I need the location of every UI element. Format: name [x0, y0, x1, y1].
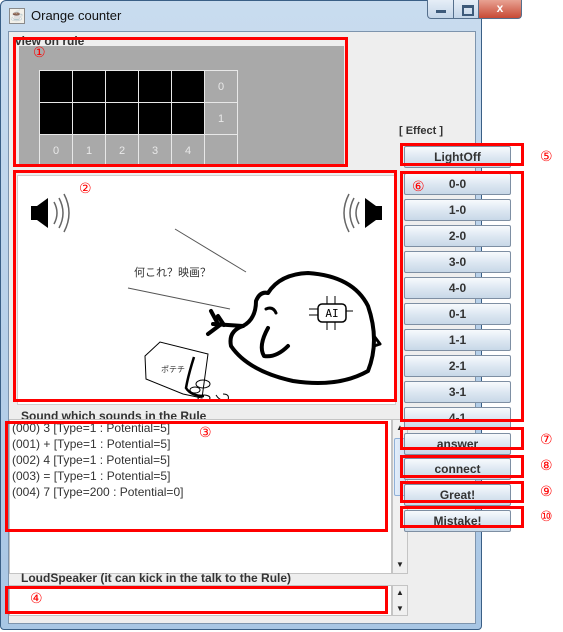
speaker-right-icon	[343, 193, 382, 233]
cell-button-1-0[interactable]: 1-0	[404, 199, 511, 221]
close-button[interactable]: x	[478, 0, 522, 19]
light-cell-3-1	[138, 102, 172, 135]
scroll-down-button[interactable]: ▼	[393, 601, 407, 616]
col-label-2: 2	[105, 134, 139, 167]
row-label-1: 1	[204, 102, 238, 135]
col-label-3: 3	[138, 134, 172, 167]
cell-button-1-1[interactable]: 1-1	[404, 329, 511, 351]
loudspeaker-label: LoudSpeaker (it can kick in the talk to …	[21, 571, 292, 585]
light-cell-0-0	[39, 70, 73, 103]
annotation-number-8: ⑧	[540, 458, 553, 474]
annotation-number-4: ④	[30, 591, 43, 607]
chips-bag-drawing: ポテチ	[144, 341, 229, 402]
row-label-0: 0	[204, 70, 238, 103]
col-label-0: 0	[39, 134, 73, 167]
mistake-button[interactable]: Mistake!	[404, 510, 511, 532]
light-cell-4-1	[171, 102, 205, 135]
col-label-1: 1	[72, 134, 106, 167]
list-item[interactable]: (003) = [Type=1 : Potential=5]	[10, 468, 391, 484]
light-cell-1-1	[72, 102, 106, 135]
chip-icon: AI	[309, 296, 353, 330]
cell-button-3-1[interactable]: 3-1	[404, 381, 511, 403]
grid-row-1: 1	[39, 102, 238, 135]
loudspeaker-input[interactable]	[9, 585, 392, 616]
title-bar[interactable]: ☕ Orange counter	[1, 1, 481, 31]
rule-view-panel: 0 1 0 1 2 3 4	[19, 46, 344, 167]
light-cell-0-1	[39, 102, 73, 135]
illustration-canvas: 何これ？映画？ AI ポテチ	[17, 175, 396, 405]
light-cell-1-0	[72, 70, 106, 103]
connect-button[interactable]: connect	[404, 458, 511, 480]
illustration-svg: 何これ？映画？ AI ポテチ	[31, 193, 382, 402]
cell-button-0-1[interactable]: 0-1	[404, 303, 511, 325]
annotation-number-2: ②	[79, 181, 92, 197]
annotation-number-10: ⑩	[540, 509, 553, 525]
annotation-number-6: ⑥	[412, 179, 425, 195]
cell-button-4-1[interactable]: 4-1	[404, 407, 511, 429]
light-cell-3-0	[138, 70, 172, 103]
chip-text: AI	[325, 307, 338, 320]
annotation-number-9: ⑨	[540, 484, 553, 500]
scroll-up-button[interactable]: ▲	[393, 585, 407, 600]
grid-col-labels: 0 1 2 3 4	[39, 134, 238, 167]
app-window: ☕ Orange counter view on rule 0 1 0 1 2 …	[0, 0, 511, 630]
cell-button-4-0[interactable]: 4-0	[404, 277, 511, 299]
light-cell-2-1	[105, 102, 139, 135]
sound-list[interactable]: (000) 3 [Type=1 : Potential=5] (001) + […	[9, 419, 392, 574]
grid-corner	[204, 134, 238, 167]
grid-row-0: 0	[39, 70, 238, 103]
light-cell-2-0	[105, 70, 139, 103]
annotation-number-1: ①	[33, 45, 46, 61]
annotation-number-5: ⑤	[540, 149, 553, 165]
window-title: Orange counter	[31, 8, 122, 23]
annotation-number-3: ③	[199, 425, 212, 441]
cell-button-3-0[interactable]: 3-0	[404, 251, 511, 273]
minimize-button[interactable]	[427, 0, 454, 19]
col-label-4: 4	[171, 134, 205, 167]
speaker-left-icon	[31, 193, 70, 233]
loudspeaker-scrollbar[interactable]: ▲ ▼	[392, 585, 408, 616]
speech-text: 何これ？映画？	[134, 266, 211, 279]
list-item[interactable]: (002) 4 [Type=1 : Potential=5]	[10, 452, 391, 468]
light-grid: 0 1 0 1 2 3 4	[39, 70, 238, 167]
bird-drawing	[206, 271, 382, 385]
maximize-button[interactable]	[453, 0, 479, 19]
bag-text: ポテチ	[161, 365, 185, 374]
client-area: view on rule 0 1 0 1 2 3 4 何これ？映画？ AI ポテ…	[8, 31, 511, 624]
java-coffee-icon: ☕	[9, 8, 25, 24]
great-button[interactable]: Great!	[404, 484, 511, 506]
scroll-down-button[interactable]: ▼	[393, 557, 407, 573]
cell-button-2-0[interactable]: 2-0	[404, 225, 511, 247]
annotation-number-7: ⑦	[540, 432, 553, 448]
effect-label: [ Effect ]	[399, 125, 443, 137]
list-item[interactable]: (004) 7 [Type=200 : Potential=0]	[10, 484, 391, 500]
light-cell-4-0	[171, 70, 205, 103]
lightoff-button[interactable]: LightOff	[404, 146, 511, 168]
cell-button-2-1[interactable]: 2-1	[404, 355, 511, 377]
answer-button[interactable]: answer	[404, 433, 511, 455]
